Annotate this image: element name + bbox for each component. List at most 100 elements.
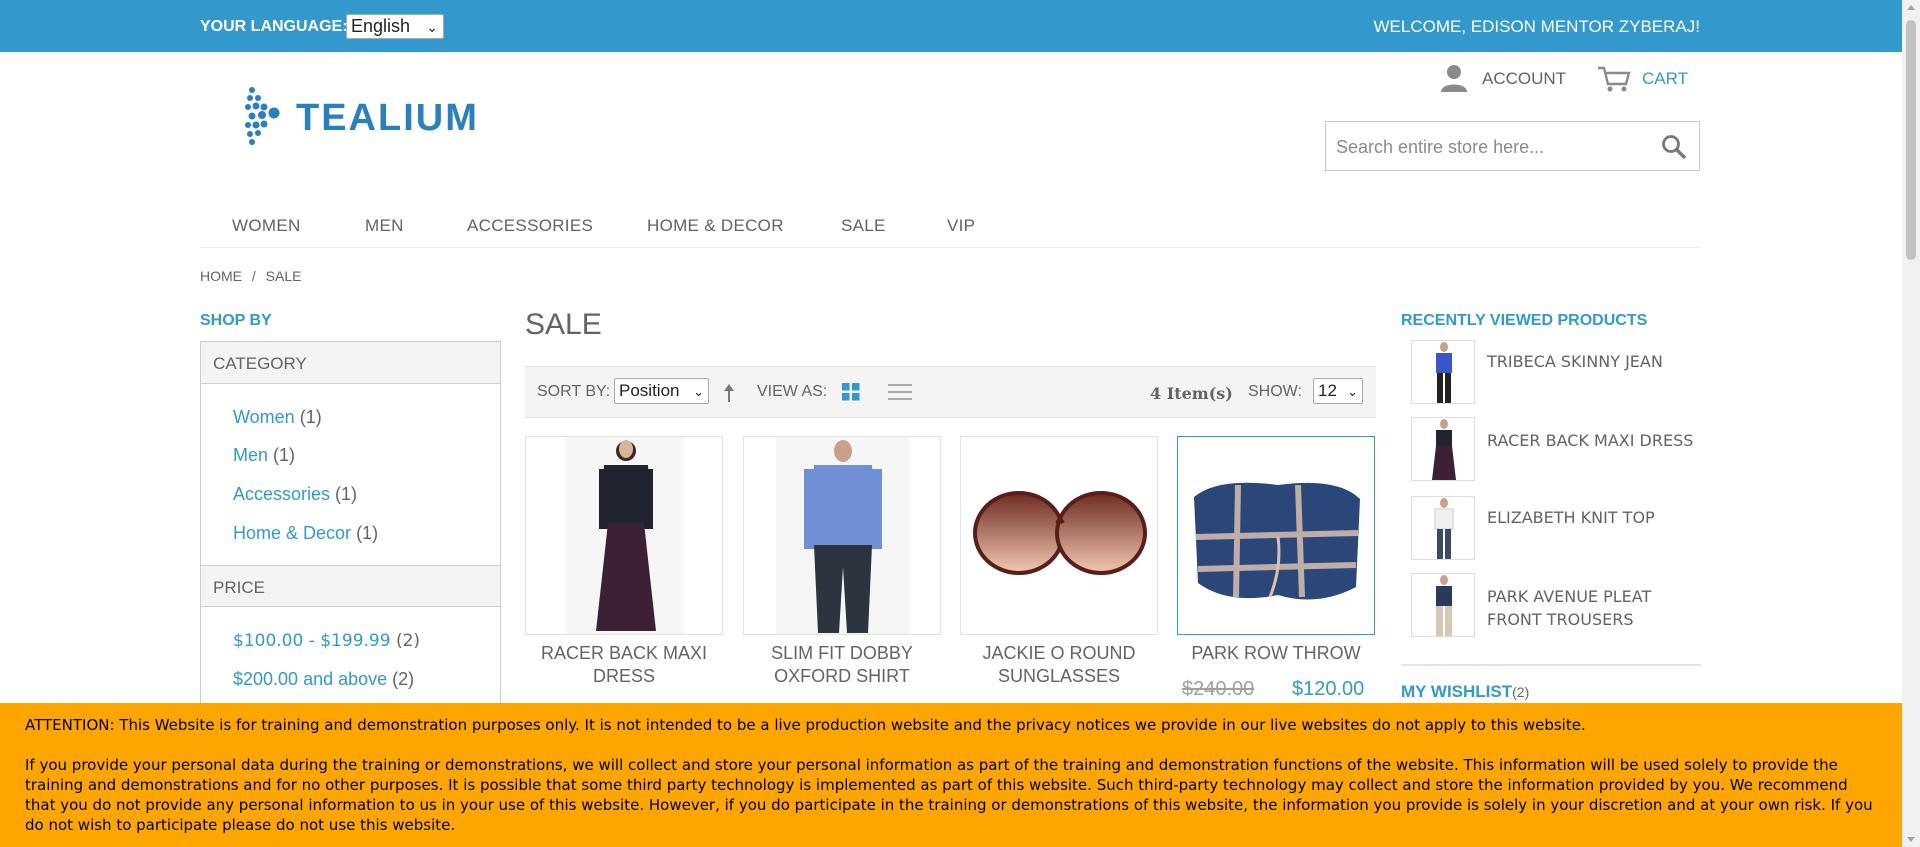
grid-view-icon[interactable]: [842, 383, 860, 401]
filter-label: $100.00 - $199.99: [233, 631, 391, 651]
list-view-icon[interactable]: [888, 383, 912, 401]
filter-price-200-above[interactable]: $200.00 and above (2): [233, 669, 414, 690]
sort-select-value: Position: [619, 381, 680, 400]
recent-item[interactable]: TRIBECA SKINNY JEAN: [1411, 340, 1701, 406]
product-image[interactable]: [743, 436, 941, 635]
filter-category-women[interactable]: Women (1): [233, 407, 322, 428]
chevron-down-icon: ⌄: [693, 384, 704, 399]
shirt-image: [776, 437, 910, 634]
chevron-down-icon: ⌄: [1347, 384, 1358, 399]
view-as-label: VIEW AS:: [757, 383, 828, 400]
nav-item-vip[interactable]: VIP: [947, 216, 975, 236]
recent-item-name[interactable]: RACER BACK MAXI DRESS: [1487, 429, 1693, 452]
recent-item[interactable]: RACER BACK MAXI DRESS: [1411, 417, 1701, 483]
recent-item-thumbnail[interactable]: [1411, 340, 1475, 404]
product-name[interactable]: SLIM FIT DOBBY OXFORD SHIRT: [743, 642, 941, 688]
page-scrollbar[interactable]: [1902, 0, 1920, 847]
recent-item[interactable]: ELIZABETH KNIT TOP: [1411, 496, 1701, 562]
nav-item-accessories[interactable]: ACCESSORIES: [467, 216, 593, 236]
product-image[interactable]: [525, 436, 723, 635]
scroll-down-icon[interactable]: [1907, 837, 1915, 842]
filter-category-home-decor[interactable]: Home & Decor (1): [233, 523, 378, 544]
search-icon[interactable]: [1661, 134, 1687, 160]
product-image[interactable]: [960, 436, 1158, 635]
filter-count: (1): [356, 523, 379, 543]
product-toolbar: SORT BY: Position ⌄ VIEW AS: 4 Item(s) S…: [525, 366, 1376, 418]
product-card[interactable]: SLIM FIT DOBBY OXFORD SHIRT: [743, 436, 941, 688]
nav-item-sale[interactable]: SALE: [841, 216, 886, 236]
nav-item-men[interactable]: MEN: [365, 216, 404, 236]
product-name[interactable]: RACER BACK MAXI DRESS: [525, 642, 723, 688]
special-price: $120.00: [1292, 678, 1365, 700]
old-price: $240.00: [1182, 678, 1255, 700]
account-link[interactable]: ACCOUNT: [1482, 69, 1566, 89]
filter-category-accessories[interactable]: Accessories (1): [233, 484, 357, 505]
page-title: SALE: [525, 308, 602, 341]
filter-panel: CATEGORY Women (1) Men (1) Accessories (…: [200, 341, 501, 761]
throw-blanket-image: [1194, 482, 1360, 600]
nav-item-home-decor[interactable]: HOME & DECOR: [647, 216, 784, 236]
scrollbar-thumb[interactable]: [1906, 20, 1916, 260]
divider: [1401, 664, 1701, 666]
scroll-up-icon[interactable]: [1907, 5, 1915, 10]
breadcrumb-home[interactable]: HOME: [200, 268, 242, 284]
cart-icon[interactable]: [1596, 64, 1632, 94]
nav-item-women[interactable]: WOMEN: [232, 216, 301, 236]
product-card[interactable]: PARK ROW THROW: [1177, 436, 1375, 665]
recent-item-thumbnail[interactable]: [1411, 573, 1475, 637]
breadcrumb-current: SALE: [265, 268, 302, 284]
product-name[interactable]: PARK ROW THROW: [1177, 642, 1375, 665]
filter-label: Women: [233, 407, 295, 427]
filter-count: (1): [335, 484, 358, 504]
recent-item-thumbnail[interactable]: [1411, 496, 1475, 560]
chevron-down-icon: ⌄: [426, 19, 438, 35]
filter-label: Accessories: [233, 484, 331, 504]
recent-item-thumbnail[interactable]: [1411, 417, 1475, 481]
product-image[interactable]: [1177, 436, 1375, 635]
logo-icon: [245, 87, 280, 145]
price-filter-heading: PRICE: [201, 565, 500, 607]
filter-count: (2): [392, 669, 415, 689]
demo-notice-banner: ATTENTION: This Website is for training …: [0, 703, 1902, 847]
recent-item-name[interactable]: PARK AVENUE PLEAT FRONT TROUSERS: [1487, 585, 1701, 631]
filter-label: Men: [233, 445, 269, 465]
filter-label: $200.00 and above: [233, 669, 388, 689]
product-card[interactable]: JACKIE O ROUND SUNGLASSES: [960, 436, 1158, 688]
sort-direction-icon[interactable]: [722, 382, 736, 404]
sunglasses-image: [973, 491, 1147, 575]
language-select-value: English: [351, 16, 411, 36]
search-input[interactable]: Search entire store here...: [1325, 121, 1700, 171]
filter-count: (1): [299, 407, 322, 427]
product-card[interactable]: RACER BACK MAXI DRESS: [525, 436, 723, 688]
sort-select[interactable]: Position ⌄: [614, 378, 709, 404]
product-name[interactable]: JACKIE O ROUND SUNGLASSES: [960, 642, 1158, 688]
cart-link[interactable]: CART: [1642, 69, 1688, 89]
logo-text: TEALIUM: [296, 97, 479, 139]
language-select[interactable]: English ⌄: [346, 14, 444, 39]
user-icon[interactable]: [1438, 63, 1470, 93]
recent-item[interactable]: PARK AVENUE PLEAT FRONT TROUSERS: [1411, 573, 1701, 639]
wishlist-link[interactable]: MY WISHLIST(2): [1401, 682, 1529, 702]
category-filter-heading: CATEGORY: [201, 342, 500, 384]
top-bar: YOUR LANGUAGE: English ⌄ WELCOME, EDISON…: [0, 0, 1902, 52]
welcome-message: WELCOME, EDISON MENTOR ZYBERAJ!: [1373, 17, 1700, 36]
recent-item-name[interactable]: ELIZABETH KNIT TOP: [1487, 506, 1655, 529]
product-price: $120.00: [1292, 678, 1364, 701]
product-old-price: $240.00: [1182, 678, 1254, 701]
item-count: 4 Item(s): [1150, 384, 1233, 403]
wishlist-label: MY WISHLIST: [1401, 682, 1513, 701]
language-label: YOUR LANGUAGE:: [200, 18, 348, 35]
notice-attention: ATTENTION: This Website is for training …: [25, 716, 1586, 734]
breadcrumb-separator: /: [251, 268, 256, 284]
recent-item-name[interactable]: TRIBECA SKINNY JEAN: [1487, 350, 1663, 373]
breadcrumb: HOME / SALE: [200, 268, 307, 284]
logo[interactable]: TEALIUM: [244, 86, 524, 156]
main-nav: WOMEN MEN ACCESSORIES HOME & DECOR SALE …: [200, 208, 1700, 248]
wishlist-count: (2): [1512, 684, 1530, 700]
recently-viewed-heading: RECENTLY VIEWED PRODUCTS: [1401, 312, 1648, 329]
dress-image: [566, 437, 684, 634]
show-limit-select[interactable]: 12 ⌄: [1313, 378, 1363, 404]
filter-category-men[interactable]: Men (1): [233, 445, 295, 466]
sort-by-label: SORT BY:: [537, 383, 611, 400]
filter-price-100-199[interactable]: $100.00 - $199.99 (2): [233, 631, 420, 651]
